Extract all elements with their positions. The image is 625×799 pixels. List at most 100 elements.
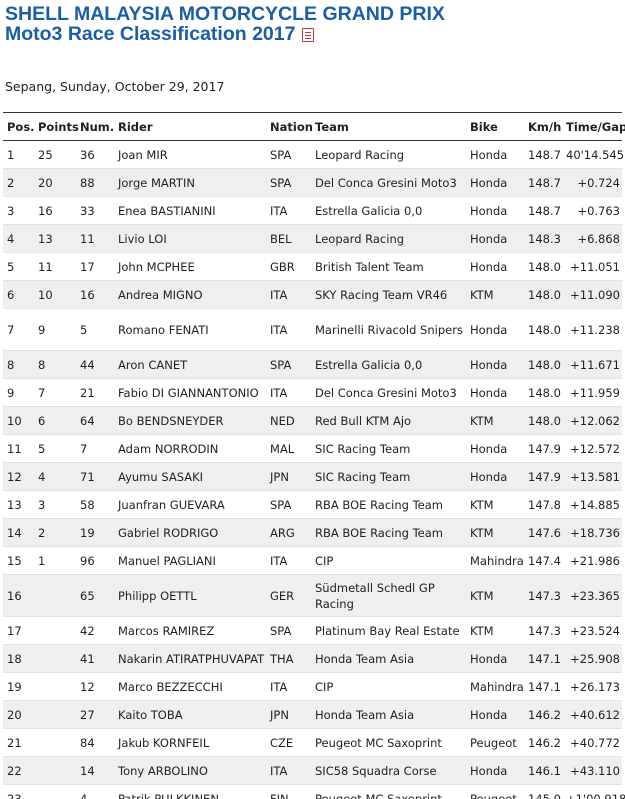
cell-pos: 7 — [3, 308, 34, 351]
cell-rider: Joan MIR — [114, 140, 266, 169]
cell-num: 36 — [76, 140, 114, 169]
cell-bike: Honda — [466, 168, 524, 197]
table-row: 7 9 5 Romano FENATI ITA Marinelli Rivacold Sn… — [3, 308, 622, 351]
table-row: 19 12 Marco BEZZECCHI ITA CIP Mahindra 147.1 +2… — [3, 672, 622, 701]
page-subtitle: Moto3 Race Classification 2017 — [5, 23, 315, 46]
cell-team: RBA BOE Racing Team — [311, 518, 466, 547]
cell-num: 16 — [76, 280, 114, 309]
cell-speed: 145.0 — [524, 784, 562, 799]
cell-team: British Talent Team — [311, 252, 466, 281]
cell-rider: Patrik PULKKINEN — [114, 784, 266, 799]
cell-rider: Jorge MARTIN — [114, 168, 266, 197]
table-row: 8 8 44 Aron CANET SPA Estrella Galicia 0,0 Hon… — [3, 350, 622, 379]
cell-bike: Honda — [466, 462, 524, 491]
cell-num: 96 — [76, 546, 114, 575]
cell-team: Honda Team Asia — [311, 700, 466, 729]
cell-bike: Honda — [466, 378, 524, 407]
cell-rider: Gabriel RODRIGO — [114, 518, 266, 547]
cell-bike: Honda — [466, 140, 524, 169]
cell-speed: 146.2 — [524, 728, 562, 757]
cell-speed: 148.7 — [524, 140, 562, 169]
cell-team: SIC Racing Team — [311, 434, 466, 463]
cell-nation: GBR — [266, 252, 311, 281]
col-header-bike[interactable]: Bike — [466, 112, 524, 141]
cell-team: Marinelli Rivacold Snipers — [311, 308, 466, 351]
cell-time-gap: +18.736 — [562, 518, 622, 547]
col-header-rider[interactable]: Rider — [114, 112, 266, 141]
col-header-nation[interactable]: Nation — [266, 112, 313, 141]
col-header-speed[interactable]: Km/h — [524, 112, 562, 141]
cell-speed: 148.7 — [524, 196, 562, 225]
table-row: 21 84 Jakub KORNFEIL CZE Peugeot MC Saxoprin… — [3, 728, 622, 757]
cell-speed: 147.8 — [524, 490, 562, 519]
cell-time-gap: +6.868 — [562, 224, 622, 253]
cell-team: SIC Racing Team — [311, 462, 466, 491]
cell-speed: 147.3 — [524, 616, 562, 645]
cell-num: 44 — [76, 350, 114, 379]
cell-time-gap: +23.524 — [562, 616, 622, 645]
cell-rider: Juanfran GUEVARA — [114, 490, 266, 519]
cell-bike: Peugeot — [466, 784, 524, 799]
cell-speed: 147.9 — [524, 462, 562, 491]
col-header-points[interactable]: Points — [34, 112, 79, 141]
cell-num: 7 — [76, 434, 114, 463]
cell-bike: Honda — [466, 434, 524, 463]
cell-num: 11 — [76, 224, 114, 253]
table-row: 20 27 Kaito TOBA JPN Honda Team Asia Honda 146… — [3, 700, 622, 729]
cell-nation: MAL — [266, 434, 311, 463]
cell-nation: FIN — [266, 784, 311, 799]
cell-num: 84 — [76, 728, 114, 757]
col-header-num[interactable]: Num. — [76, 112, 114, 141]
cell-points — [34, 784, 76, 799]
cell-bike: KTM — [466, 616, 524, 645]
col-header-team[interactable]: Team — [311, 112, 466, 141]
cell-bike: Honda — [466, 756, 524, 785]
cell-points — [34, 616, 76, 645]
cell-pos: 9 — [3, 378, 34, 407]
cell-nation: THA — [266, 644, 311, 673]
cell-time-gap: 40'14.545 — [562, 140, 624, 169]
cell-bike: Honda — [466, 196, 524, 225]
cell-nation: ITA — [266, 308, 311, 351]
cell-rider: Enea BASTIANINI — [114, 196, 266, 225]
cell-rider: Kaito TOBA — [114, 700, 266, 729]
cell-nation: BEL — [266, 224, 311, 253]
cell-team: Estrella Galicia 0,0 — [311, 196, 466, 225]
cell-pos: 15 — [3, 546, 34, 575]
cell-team: Leopard Racing — [311, 140, 466, 169]
cell-rider: Jakub KORNFEIL — [114, 728, 266, 757]
cell-points: 10 — [34, 280, 76, 309]
col-header-pos[interactable]: Pos. — [3, 112, 35, 141]
cell-points: 9 — [34, 308, 76, 351]
cell-points — [34, 644, 76, 673]
cell-team: Peugeot MC Saxoprint — [311, 728, 466, 757]
cell-bike: KTM — [466, 280, 524, 309]
cell-bike: Peugeot — [466, 728, 524, 757]
cell-num: 41 — [76, 644, 114, 673]
cell-team: CIP — [311, 672, 466, 701]
cell-team: RBA BOE Racing Team — [311, 490, 466, 519]
pdf-icon[interactable] — [302, 27, 315, 42]
cell-pos: 16 — [3, 574, 34, 617]
col-header-time-gap[interactable]: Time/Gap — [562, 112, 625, 141]
cell-team: SKY Racing Team VR46 — [311, 280, 466, 309]
cell-bike: KTM — [466, 518, 524, 547]
cell-nation: ARG — [266, 518, 311, 547]
cell-num: 19 — [76, 518, 114, 547]
cell-team: Red Bull KTM Ajo — [311, 406, 466, 435]
classification-title: Moto3 Race Classification 2017 — [5, 23, 296, 45]
cell-bike: KTM — [466, 574, 524, 617]
cell-speed: 147.6 — [524, 518, 562, 547]
cell-num: 58 — [76, 490, 114, 519]
cell-rider: Marco BEZZECCHI — [114, 672, 266, 701]
cell-pos: 13 — [3, 490, 34, 519]
cell-points: 2 — [34, 518, 76, 547]
cell-time-gap: +43.110 — [562, 756, 622, 785]
cell-pos: 2 — [3, 168, 34, 197]
cell-time-gap: +11.090 — [562, 280, 622, 309]
cell-rider: Marcos RAMIREZ — [114, 616, 266, 645]
cell-bike: Honda — [466, 224, 524, 253]
cell-team: Platinum Bay Real Estate — [311, 616, 466, 645]
cell-rider: Tony ARBOLINO — [114, 756, 266, 785]
cell-time-gap: +23.365 — [562, 574, 622, 617]
